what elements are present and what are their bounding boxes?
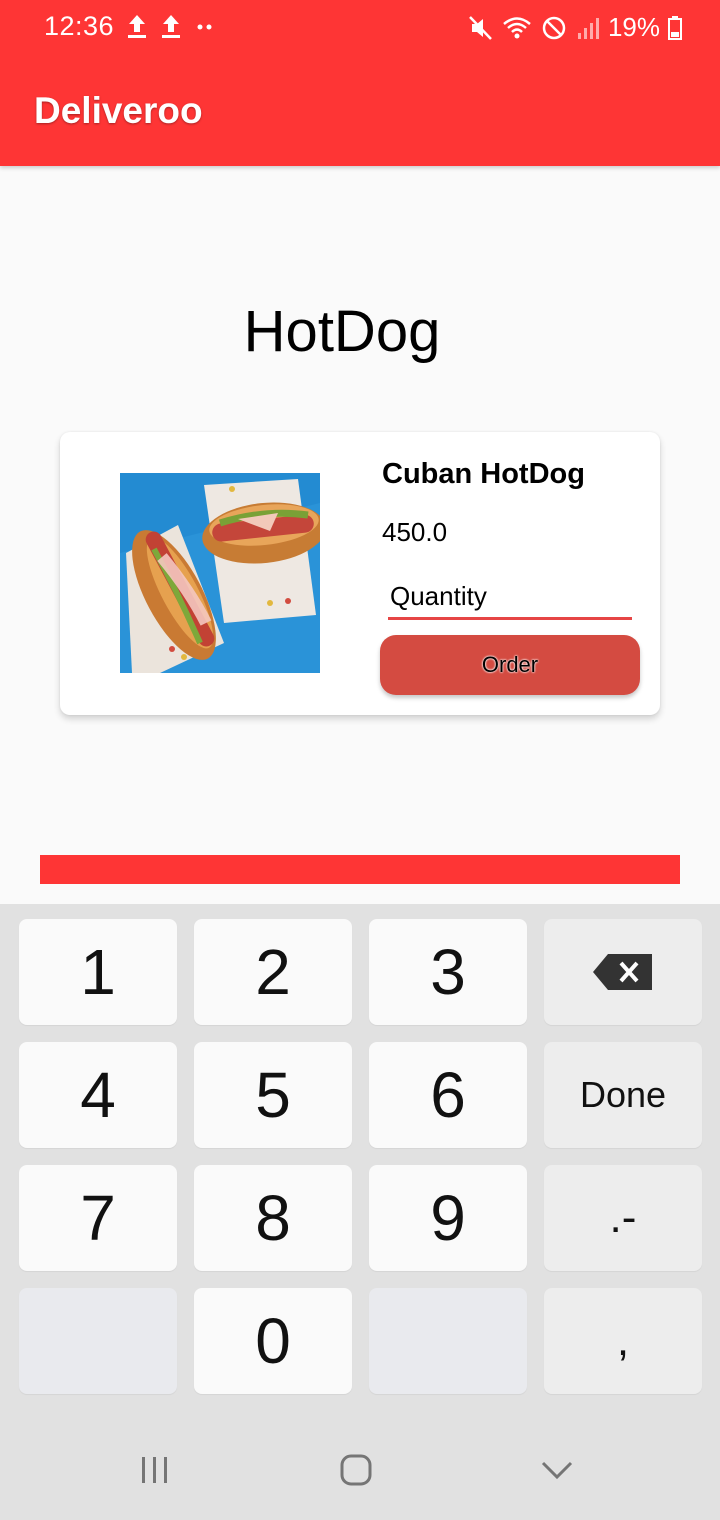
item-price: 450.0 bbox=[382, 517, 448, 547]
order-button[interactable]: Order bbox=[380, 635, 640, 695]
key-1[interactable]: 1 bbox=[19, 919, 177, 1025]
dnd-icon bbox=[542, 16, 566, 39]
key-8[interactable]: 8 bbox=[194, 1165, 352, 1271]
status-time: 12:36 bbox=[44, 11, 115, 41]
key-blank-left[interactable] bbox=[19, 1288, 177, 1394]
food-image bbox=[120, 473, 320, 673]
status-left-icons bbox=[126, 12, 216, 40]
backspace-key[interactable] bbox=[544, 919, 702, 1025]
product-card: Cuban HotDog 450.0 Order bbox=[60, 432, 660, 715]
dots-icon bbox=[197, 24, 212, 30]
recents-icon bbox=[142, 1457, 167, 1483]
app-title: Deliveroo bbox=[34, 90, 203, 131]
back-button[interactable] bbox=[527, 1450, 587, 1490]
system-nav-bar bbox=[0, 1420, 720, 1520]
home-button[interactable] bbox=[326, 1450, 386, 1490]
key-3[interactable]: 3 bbox=[369, 919, 527, 1025]
app-bar: 12:36 19% Deliveroo bbox=[0, 0, 720, 166]
upload-icon bbox=[162, 15, 180, 38]
key-7[interactable]: 7 bbox=[19, 1165, 177, 1271]
home-icon bbox=[340, 1454, 372, 1486]
key-0[interactable]: 0 bbox=[194, 1288, 352, 1394]
key-9[interactable]: 9 bbox=[369, 1165, 527, 1271]
back-icon bbox=[541, 1461, 573, 1480]
upload-icon bbox=[128, 15, 146, 38]
key-2[interactable]: 2 bbox=[194, 919, 352, 1025]
key-5[interactable]: 5 bbox=[194, 1042, 352, 1148]
key-blank-right[interactable] bbox=[369, 1288, 527, 1394]
wifi-icon bbox=[503, 16, 531, 38]
key-dot-minus[interactable]: .- bbox=[544, 1165, 702, 1271]
status-right: 19% bbox=[468, 12, 682, 43]
battery-percent: 19% bbox=[607, 12, 660, 42]
key-6[interactable]: 6 bbox=[369, 1042, 527, 1148]
signal-icon bbox=[577, 17, 599, 39]
quantity-input[interactable] bbox=[388, 572, 632, 620]
key-comma[interactable]: , bbox=[544, 1288, 702, 1394]
battery-icon bbox=[668, 15, 682, 40]
done-key[interactable]: Done bbox=[544, 1042, 702, 1148]
mute-icon bbox=[469, 15, 492, 40]
backspace-icon bbox=[593, 954, 652, 990]
item-name: Cuban HotDog bbox=[382, 458, 585, 490]
page-title: HotDog bbox=[243, 299, 441, 364]
recents-button[interactable] bbox=[125, 1450, 185, 1490]
bottom-accent-bar bbox=[40, 855, 680, 884]
key-4[interactable]: 4 bbox=[19, 1042, 177, 1148]
